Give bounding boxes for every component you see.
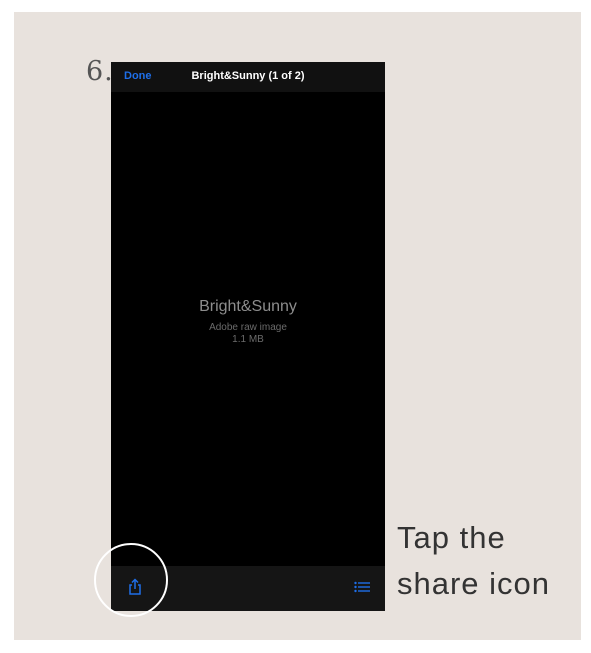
instruction-line-1: Tap the <box>397 520 506 555</box>
file-size: 1.1 MB <box>232 334 264 345</box>
file-preview: Bright&Sunny Adobe raw image 1.1 MB <box>111 298 385 345</box>
step-number: 6. <box>86 56 114 87</box>
list-icon <box>354 581 370 593</box>
file-type: Adobe raw image <box>209 322 287 333</box>
nav-title: Bright&Sunny (1 of 2) <box>191 70 305 82</box>
instruction-line-2: share icon <box>397 566 551 601</box>
list-button[interactable] <box>351 576 373 598</box>
instruction-text: Tap the share icon <box>397 515 550 607</box>
phone-screen: Done Bright&Sunny (1 of 2) Bright&Sunny … <box>111 62 385 611</box>
file-name: Bright&Sunny <box>199 298 297 315</box>
highlight-circle <box>94 543 168 617</box>
navigation-bar: Done Bright&Sunny (1 of 2) <box>111 62 385 92</box>
